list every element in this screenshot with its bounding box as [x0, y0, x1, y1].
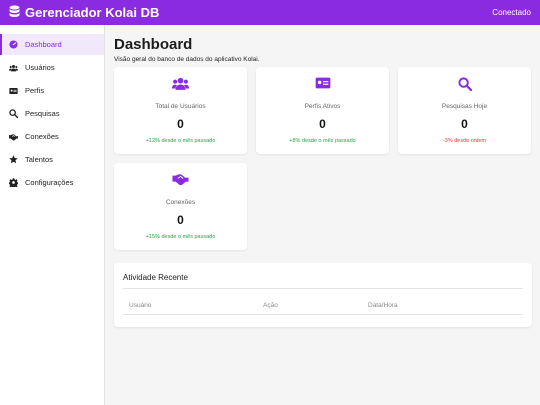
- column-header-usuario: Usuário: [129, 302, 152, 309]
- sidebar-item-conexoes[interactable]: Conexões: [0, 126, 104, 147]
- table-header: Usuário Ação Data/Hora: [123, 297, 523, 315]
- app-title: Gerenciador Kolai DB: [25, 5, 160, 20]
- recent-activity-panel: Atividade Recente Usuário Ação Data/Hora: [114, 263, 532, 327]
- handshake-icon: [9, 132, 18, 141]
- sidebar-item-label: Configurações: [25, 178, 74, 187]
- stat-change: +15% desde o mês passado: [145, 234, 216, 240]
- stat-card-pesquisas-hoje: Pesquisas Hoje 0 -3% desde ontem: [398, 67, 531, 154]
- brand: Gerenciador Kolai DB: [9, 5, 159, 21]
- stat-card-perfis-ativos: Perfis Ativos 0 +8% desde o mês passado: [256, 67, 389, 154]
- handshake-icon: [114, 173, 247, 185]
- page-title: Dashboard: [114, 36, 193, 53]
- sidebar-item-perfis[interactable]: Perfis: [0, 80, 104, 101]
- stat-change: -3% desde ontem: [442, 138, 487, 144]
- page-subtitle: Visão geral do banco de dados do aplicat…: [114, 56, 260, 63]
- stat-label: Perfis Ativos: [304, 103, 341, 110]
- section-title: Atividade Recente: [123, 273, 523, 289]
- users-icon: [114, 77, 247, 90]
- sidebar-item-label: Conexões: [25, 132, 59, 141]
- stat-label: Pesquisas Hoje: [441, 103, 488, 110]
- sidebar-item-dashboard[interactable]: Dashboard: [0, 34, 104, 55]
- sidebar-item-configuracoes[interactable]: Configurações: [0, 172, 104, 193]
- gauge-icon: [9, 40, 18, 49]
- id-card-icon: [256, 77, 389, 89]
- users-icon: [9, 63, 18, 72]
- stat-value: 0: [177, 117, 184, 131]
- main-content: Dashboard Visão geral do banco de dados …: [114, 36, 532, 63]
- column-header-acao: Ação: [263, 302, 278, 309]
- stat-value: 0: [319, 117, 326, 131]
- stat-change: +12% desde o mês passado: [145, 138, 216, 144]
- sidebar-item-label: Perfis: [25, 86, 45, 95]
- star-icon: [9, 155, 18, 164]
- top-bar: Gerenciador Kolai DB Conectado: [0, 0, 540, 25]
- stat-value: 0: [461, 117, 468, 131]
- sidebar-item-label: Dashboard: [25, 40, 62, 49]
- sidebar: Dashboard Usuários Perfis Pesquisas Cone…: [0, 25, 105, 405]
- stat-card-total-usuarios: Total de Usuários 0 +12% desde o mês pas…: [114, 67, 247, 154]
- sidebar-item-talentos[interactable]: Talentos: [0, 149, 104, 170]
- search-icon: [398, 77, 531, 91]
- connection-status: Conectado: [492, 8, 531, 17]
- sidebar-item-label: Talentos: [25, 155, 53, 164]
- sidebar-item-label: Usuários: [25, 63, 55, 72]
- sidebar-item-pesquisas[interactable]: Pesquisas: [0, 103, 104, 124]
- stat-change: +8% desde o mês passado: [289, 138, 356, 144]
- search-icon: [9, 109, 18, 118]
- stat-label: Total de Usuários: [155, 103, 206, 110]
- id-card-icon: [9, 86, 18, 95]
- stat-label: Conexões: [165, 199, 196, 206]
- stat-card-conexoes: Conexões 0 +15% desde o mês passado: [114, 163, 247, 250]
- column-header-data-hora: Data/Hora: [368, 302, 398, 309]
- stat-value: 0: [177, 213, 184, 227]
- gear-icon: [9, 178, 18, 187]
- sidebar-item-usuarios[interactable]: Usuários: [0, 57, 104, 78]
- database-icon: [9, 5, 20, 21]
- sidebar-item-label: Pesquisas: [25, 109, 60, 118]
